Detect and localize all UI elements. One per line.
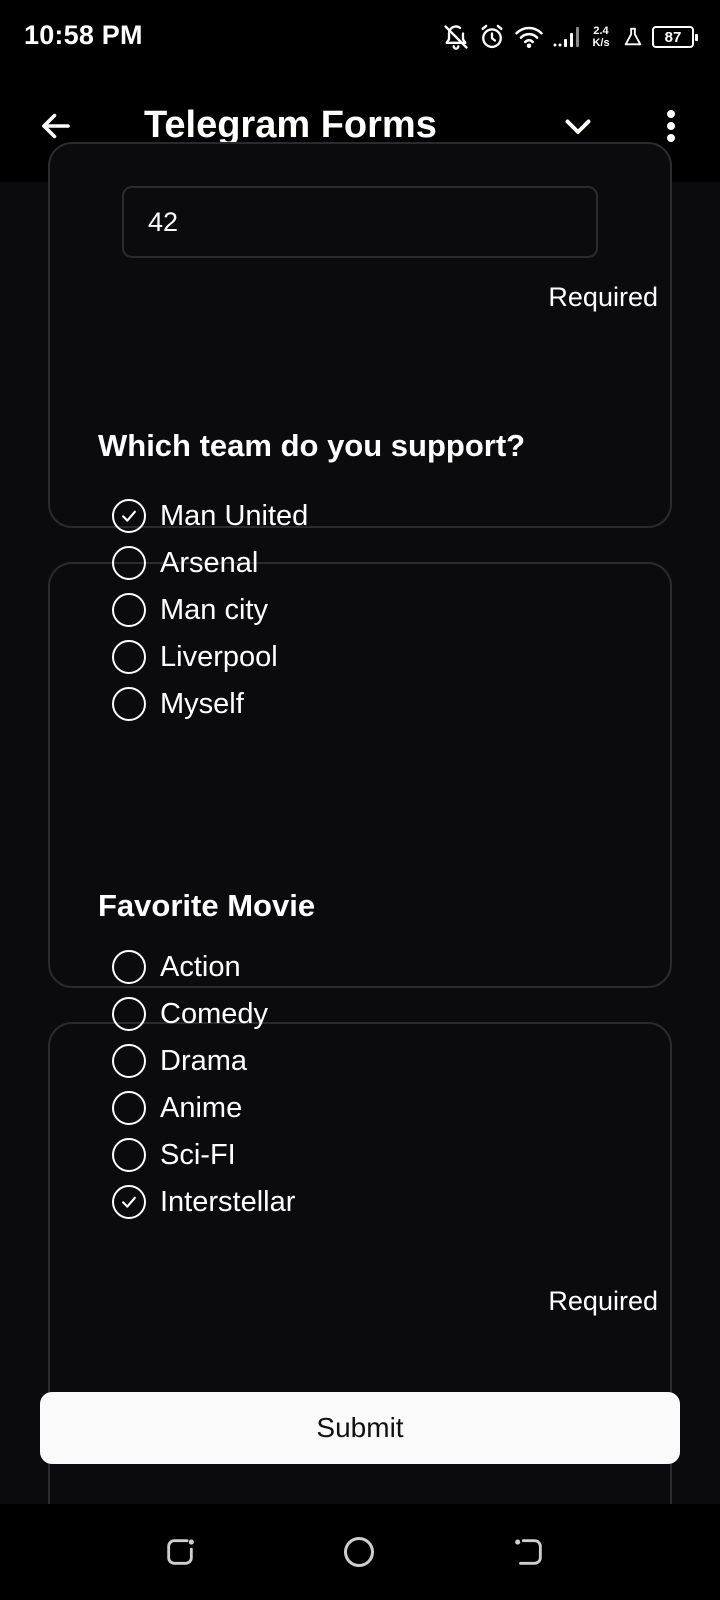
status-icons: 2.4 K/s 87: [442, 20, 698, 54]
answer-field[interactable]: [122, 186, 598, 258]
option-label: Man city: [160, 593, 268, 626]
wifi-icon: [514, 24, 544, 50]
option-anime[interactable]: Anime: [112, 1088, 242, 1128]
notifications-off-icon: [442, 23, 470, 51]
recent-apps-icon: [163, 1535, 197, 1574]
signal-icon: [552, 25, 580, 49]
radio-icon[interactable]: [112, 1044, 146, 1078]
status-bar: 10:58 PM 2.4 K/s 87: [0, 0, 720, 74]
required-label: Required: [548, 282, 658, 312]
radio-icon[interactable]: [112, 546, 146, 580]
option-label: Drama: [160, 1044, 248, 1077]
option-man-city[interactable]: Man city: [112, 590, 268, 630]
option-arsenal[interactable]: Arsenal: [112, 543, 258, 583]
radio-icon[interactable]: [112, 950, 146, 984]
option-liverpool[interactable]: Liverpool: [112, 637, 278, 677]
alarm-icon: [478, 23, 506, 51]
option-man-united[interactable]: Man United: [112, 496, 308, 536]
option-action[interactable]: Action: [112, 947, 241, 987]
home-button[interactable]: [337, 1532, 381, 1576]
page-title: Telegram Forms: [144, 104, 437, 146]
option-label: Myself: [160, 687, 244, 720]
option-myself[interactable]: Myself: [112, 684, 244, 724]
option-label: Comedy: [160, 997, 268, 1030]
radio-icon[interactable]: [112, 1091, 146, 1125]
option-label: Anime: [160, 1091, 243, 1124]
submit-button[interactable]: Submit: [40, 1392, 680, 1464]
option-label: Liverpool: [160, 640, 278, 673]
required-label: Required: [548, 1286, 658, 1316]
more-vert-icon: [665, 108, 677, 149]
net-speed: 2.4 K/s: [588, 25, 614, 49]
option-sci-fi[interactable]: Sci-FI: [112, 1135, 236, 1175]
home-icon: [341, 1534, 377, 1575]
option-label: Interstellar: [160, 1185, 296, 1218]
option-label: Sci-FI: [160, 1138, 236, 1171]
form-content: Required Which team do you support? Man …: [0, 142, 720, 1532]
option-label: Man United: [160, 499, 309, 532]
flask-icon: [622, 25, 644, 49]
checked-radio-icon[interactable]: [112, 1185, 146, 1219]
net-speed-unit: K/s: [592, 37, 610, 49]
recent-apps-button[interactable]: [158, 1532, 202, 1576]
app-screen: 10:58 PM 2.4 K/s 87 Telegram Forms 42 Re…: [0, 0, 720, 1600]
back-icon: [512, 1535, 546, 1574]
radio-icon[interactable]: [112, 687, 146, 721]
option-interstellar[interactable]: Interstellar: [112, 1182, 295, 1222]
status-time: 10:58 PM: [24, 20, 143, 50]
option-label: Arsenal: [160, 546, 259, 579]
radio-icon[interactable]: [112, 1138, 146, 1172]
checked-radio-icon[interactable]: [112, 499, 146, 533]
option-comedy[interactable]: Comedy: [112, 994, 268, 1034]
system-nav-bar: [0, 1504, 720, 1600]
nav-back-button[interactable]: [507, 1532, 551, 1576]
radio-icon[interactable]: [112, 997, 146, 1031]
question-title-team: Which team do you support?: [98, 428, 526, 463]
radio-icon[interactable]: [112, 593, 146, 627]
option-label: Action: [160, 950, 241, 983]
battery-icon: 87: [652, 26, 698, 48]
net-speed-value: 2.4: [593, 25, 609, 37]
radio-icon[interactable]: [112, 640, 146, 674]
question-title-movie: Favorite Movie: [98, 888, 316, 923]
battery-level: 87: [664, 28, 682, 46]
option-drama[interactable]: Drama: [112, 1041, 247, 1081]
